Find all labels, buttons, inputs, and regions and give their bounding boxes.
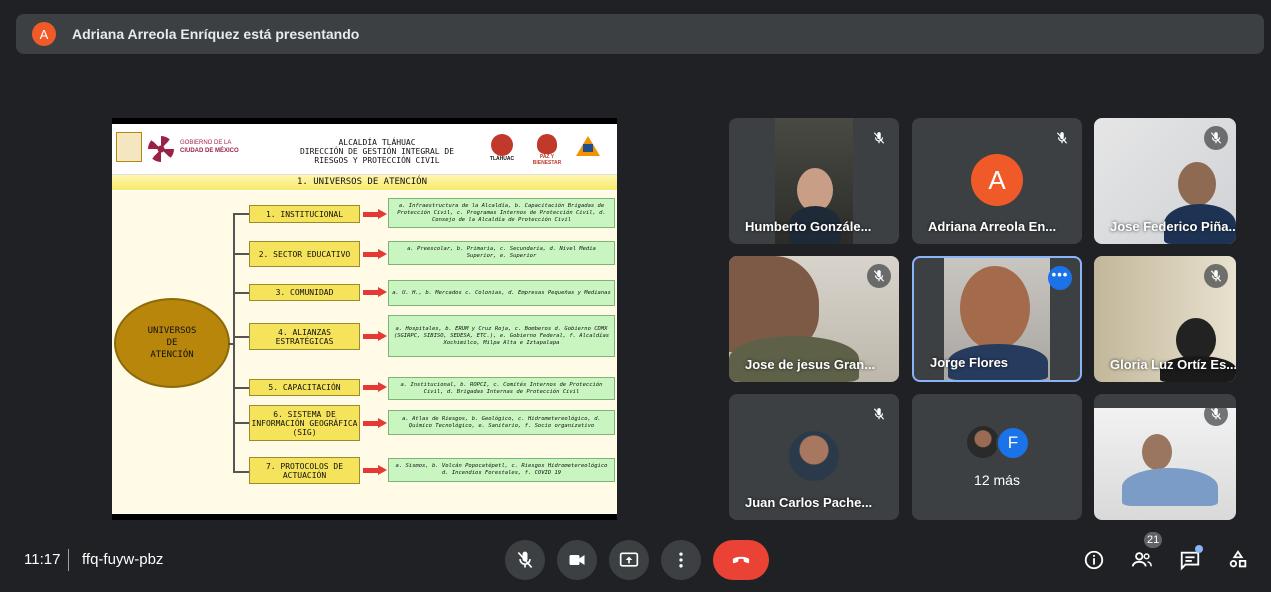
branch-line xyxy=(233,336,249,338)
category-box: 6. SISTEMA DE INFORMACIÓN GEOGRÁFICA (SI… xyxy=(249,405,360,441)
tlahuac-logo: TLÁHUAC xyxy=(484,134,520,170)
category-desc: a. Preescolar, b. Primaria, c. Secundari… xyxy=(388,241,615,265)
people-button[interactable] xyxy=(1128,546,1156,574)
participant-avatar-letter: F xyxy=(996,426,1030,460)
participant-name: Juan Carlos Pache... xyxy=(745,495,873,510)
more-participants-tile[interactable]: F 12 más xyxy=(912,394,1082,520)
category-desc: a. Hospitales, b. ERUM y Cruz Roja, c. B… xyxy=(388,315,615,357)
branch-line xyxy=(233,292,249,294)
category-box: 4. ALIANZAS ESTRATÉGICAS xyxy=(249,323,360,350)
activities-button[interactable] xyxy=(1224,546,1252,574)
meeting-clock: 11:17 xyxy=(24,551,61,568)
microphone-toggle-button[interactable] xyxy=(505,540,545,580)
more-participants-label: 12 más xyxy=(974,472,1020,488)
participant-tile[interactable]: Jose Federico Piña... xyxy=(1094,118,1236,244)
category-box: 2. SECTOR EDUCATIVO xyxy=(249,241,360,267)
arrow-icon xyxy=(363,382,387,392)
participant-avatar xyxy=(789,431,839,481)
participant-face xyxy=(1142,434,1172,470)
presenter-text: Adriana Arreola Enríquez está presentand… xyxy=(72,26,360,42)
branch-line xyxy=(233,253,249,255)
arrow-icon xyxy=(363,249,387,259)
branch-line xyxy=(233,213,249,215)
participant-name: Jose Federico Piña... xyxy=(1110,219,1236,234)
arrow-icon xyxy=(363,287,387,297)
participant-name: Jorge Flores xyxy=(930,355,1009,370)
category-desc: a. Sismos, b. Volcán Popocatépetl, c. Ri… xyxy=(388,458,615,482)
center-oval: UNIVERSOS DE ATENCIÓN xyxy=(114,298,230,388)
meeting-code: ffq-fuyw-pbz xyxy=(82,551,164,568)
branch-line xyxy=(233,471,249,473)
cdmx-logo: GOBIERNO DE LA CIUDAD DE MÉXICO xyxy=(148,132,256,166)
presentation-slide[interactable]: GOBIERNO DE LA CIUDAD DE MÉXICO ALCALDÍA… xyxy=(112,118,617,520)
participant-tile[interactable]: Gloria Luz Ortíz Es... xyxy=(1094,256,1236,382)
mic-off-icon xyxy=(1204,264,1228,288)
shield-logo xyxy=(116,132,142,162)
participant-name: Jose de jesus Gran... xyxy=(745,357,876,372)
mic-off-icon xyxy=(867,126,891,150)
proteccion-civil-logo xyxy=(572,136,604,168)
participant-count-badge: 21 xyxy=(1144,532,1163,548)
arrow-icon xyxy=(363,465,387,475)
presenter-avatar: A xyxy=(32,22,56,46)
mic-off-icon xyxy=(867,402,891,426)
category-desc: a. Infraestructura de la Alcaldía, b. Ca… xyxy=(388,198,615,228)
call-end-icon xyxy=(732,556,750,564)
mic-off-icon xyxy=(1204,402,1228,426)
people-icon xyxy=(1131,552,1152,567)
participant-tile[interactable]: Juan Carlos Pache... xyxy=(729,394,899,520)
mic-off-icon xyxy=(1050,126,1074,150)
participant-body xyxy=(1122,468,1218,506)
videocam-icon xyxy=(569,555,585,565)
more-options-button[interactable]: ••• xyxy=(1048,266,1072,290)
mic-off-icon xyxy=(1204,126,1228,150)
leave-call-button[interactable] xyxy=(713,540,769,580)
category-desc: a. Atlas de Riesgos, b. Geológico, c. Hi… xyxy=(388,410,615,435)
participant-name: Gloria Luz Ortíz Es... xyxy=(1110,357,1236,372)
meeting-details-button[interactable] xyxy=(1080,546,1108,574)
arrow-icon xyxy=(363,418,387,428)
present-screen-button[interactable] xyxy=(609,540,649,580)
branch-line xyxy=(233,387,249,389)
activities-icon xyxy=(1229,550,1247,568)
category-box: 5. CAPACITACIÓN xyxy=(249,379,360,396)
participant-tile-speaking[interactable]: ••• Jorge Flores xyxy=(912,256,1082,382)
participant-tile[interactable]: Jose de jesus Gran... xyxy=(729,256,899,382)
participant-tile[interactable]: Humberto Gonzále... xyxy=(729,118,899,244)
category-desc: a. Institucional, b. ROPCI, c. Comités I… xyxy=(388,377,615,400)
arrow-icon xyxy=(363,209,387,219)
category-box: 1. INSTITUCIONAL xyxy=(249,205,360,223)
footer-divider xyxy=(68,549,69,571)
presenter-banner: A Adriana Arreola Enríquez está presenta… xyxy=(16,14,1264,54)
branch-line xyxy=(233,422,249,424)
paz-bienestar-logo: PAZ Y BIENESTAR xyxy=(530,134,564,170)
category-box: 7. PROTOCOLOS DE ACTUACIÓN xyxy=(249,457,360,484)
camera-toggle-button[interactable] xyxy=(557,540,597,580)
mic-off-icon xyxy=(867,264,891,288)
arrow-icon xyxy=(363,331,387,341)
category-box: 3. COMUNIDAD xyxy=(249,284,360,301)
category-desc: a. U. H., b. Mercados c. Colonias, d. Em… xyxy=(388,280,615,306)
participant-name: Humberto Gonzále... xyxy=(745,219,872,234)
participant-avatar-small xyxy=(967,426,999,458)
slide-header: GOBIERNO DE LA CIUDAD DE MÉXICO ALCALDÍA… xyxy=(112,124,617,174)
participant-name: Adriana Arreola En... xyxy=(928,219,1057,234)
participant-avatar: A xyxy=(971,154,1023,206)
participant-face xyxy=(960,266,1030,350)
present-screen-icon xyxy=(619,552,639,567)
chat-notification-dot xyxy=(1195,545,1203,553)
more-options-button[interactable] xyxy=(661,540,701,580)
more-vert-icon xyxy=(679,552,683,568)
slide-header-title: ALCALDÍA TLÁHUAC DIRECCIÓN DE GESTIÓN IN… xyxy=(299,138,455,165)
mic-off-icon xyxy=(517,551,533,569)
participant-tile[interactable] xyxy=(1094,394,1236,520)
participant-tile[interactable]: A Adriana Arreola En... xyxy=(912,118,1082,244)
slide-subtitle: 1. UNIVERSOS DE ATENCIÓN xyxy=(296,177,428,187)
participant-face xyxy=(1178,162,1216,206)
info-icon xyxy=(1084,550,1104,570)
